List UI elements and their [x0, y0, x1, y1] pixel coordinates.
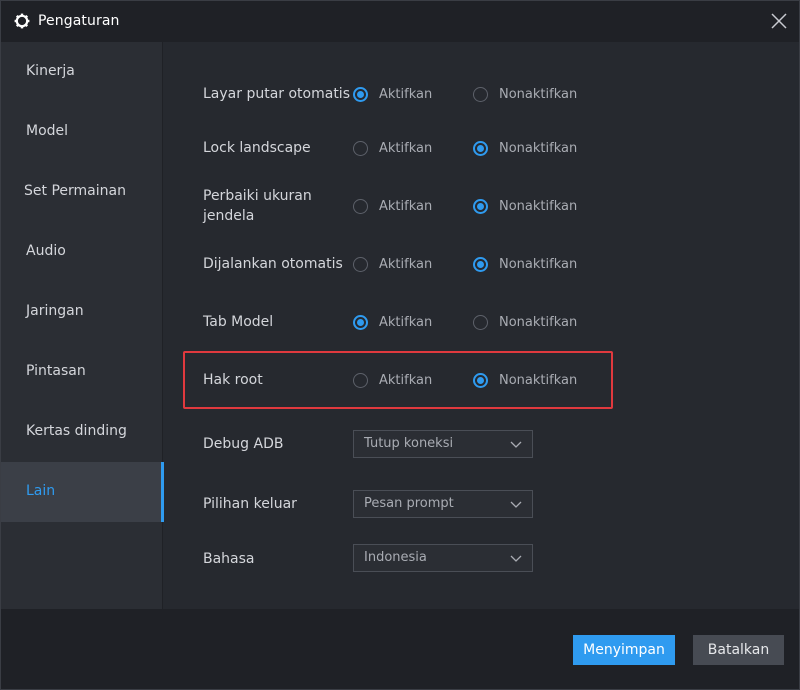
chevron-down-icon [510, 441, 522, 448]
radio-label-off: Nonaktifkan [499, 87, 578, 102]
radio-fix-window-size-on[interactable] [353, 199, 368, 214]
settings-window: Pengaturan Kinerja Model Set Permainan A… [0, 0, 800, 690]
settings-sidebar: Kinerja Model Set Permainan Audio Jaring… [1, 42, 164, 609]
dialog-footer [1, 609, 799, 689]
radio-label-on: Aktifkan [379, 141, 433, 156]
radio-auto-start-off[interactable] [473, 257, 488, 272]
radio-label-on: Aktifkan [379, 87, 433, 102]
radio-label-off: Nonaktifkan [499, 257, 578, 272]
radio-tab-model-off[interactable] [473, 315, 488, 330]
radio-root-access-on[interactable] [353, 373, 368, 388]
setting-label-lock-landscape: Lock landscape [203, 140, 311, 156]
debug-adb-select[interactable]: Tutup koneksi [353, 430, 533, 458]
gear-icon [14, 13, 30, 29]
radio-label-off: Nonaktifkan [499, 199, 578, 214]
sidebar-item-label: Jaringan [26, 303, 84, 319]
select-value: Tutup koneksi [364, 436, 454, 451]
sidebar-item-kinerja[interactable]: Kinerja [1, 42, 163, 102]
setting-label-fix-window-size: Perbaiki ukuran jendela [203, 188, 312, 224]
title-bar: Pengaturan [1, 1, 799, 42]
setting-label-root-access: Hak root [203, 372, 263, 388]
radio-lock-landscape-off[interactable] [473, 141, 488, 156]
radio-lock-landscape-on[interactable] [353, 141, 368, 156]
exit-option-select[interactable]: Pesan prompt [353, 490, 533, 518]
radio-label-off: Nonaktifkan [499, 315, 578, 330]
radio-label-off: Nonaktifkan [499, 373, 578, 388]
radio-fix-window-size-off[interactable] [473, 199, 488, 214]
radio-label-on: Aktifkan [379, 199, 433, 214]
sidebar-item-jaringan[interactable]: Jaringan [1, 282, 163, 342]
setting-label-exit-option: Pilihan keluar [203, 496, 297, 512]
save-button[interactable]: Menyimpan [573, 635, 675, 665]
chevron-down-icon [510, 555, 522, 562]
sidebar-item-label: Kertas dinding [26, 423, 127, 439]
sidebar-item-label: Audio [26, 243, 66, 259]
radio-label-on: Aktifkan [379, 315, 433, 330]
sidebar-item-label: Model [26, 123, 69, 139]
radio-label-off: Nonaktifkan [499, 141, 578, 156]
sidebar-item-label: Kinerja [26, 63, 75, 79]
sidebar-item-pintasan[interactable]: Pintasan [1, 342, 163, 402]
radio-tab-model-on[interactable] [353, 315, 368, 330]
sidebar-item-lain[interactable]: Lain [1, 462, 164, 522]
setting-label-debug-adb: Debug ADB [203, 436, 284, 452]
cancel-button[interactable]: Batalkan [693, 635, 784, 665]
sidebar-item-audio[interactable]: Audio [1, 222, 163, 282]
radio-auto-rotate-on[interactable] [353, 87, 368, 102]
sidebar-item-set-permainan[interactable]: Set Permainan [1, 162, 163, 222]
select-value: Pesan prompt [364, 496, 454, 511]
window-title: Pengaturan [38, 13, 120, 29]
radio-label-on: Aktifkan [379, 257, 433, 272]
radio-root-access-off[interactable] [473, 373, 488, 388]
language-select[interactable]: Indonesia [353, 544, 533, 572]
sidebar-item-label: Lain [26, 483, 56, 499]
radio-auto-rotate-off[interactable] [473, 87, 488, 102]
sidebar-item-model[interactable]: Model [1, 102, 163, 162]
setting-label-auto-rotate: Layar putar otomatis [203, 86, 350, 102]
setting-label-language: Bahasa [203, 551, 255, 567]
sidebar-item-label: Set Permainan [24, 183, 126, 199]
sidebar-item-kertas-dinding[interactable]: Kertas dinding [1, 402, 163, 462]
setting-label-tab-model: Tab Model [203, 314, 274, 330]
close-icon[interactable] [769, 11, 789, 31]
sidebar-item-label: Pintasan [26, 363, 86, 379]
radio-label-on: Aktifkan [379, 373, 433, 388]
chevron-down-icon [510, 501, 522, 508]
select-value: Indonesia [364, 550, 427, 565]
radio-auto-start-on[interactable] [353, 257, 368, 272]
setting-label-auto-start: Dijalankan otomatis [203, 256, 343, 272]
